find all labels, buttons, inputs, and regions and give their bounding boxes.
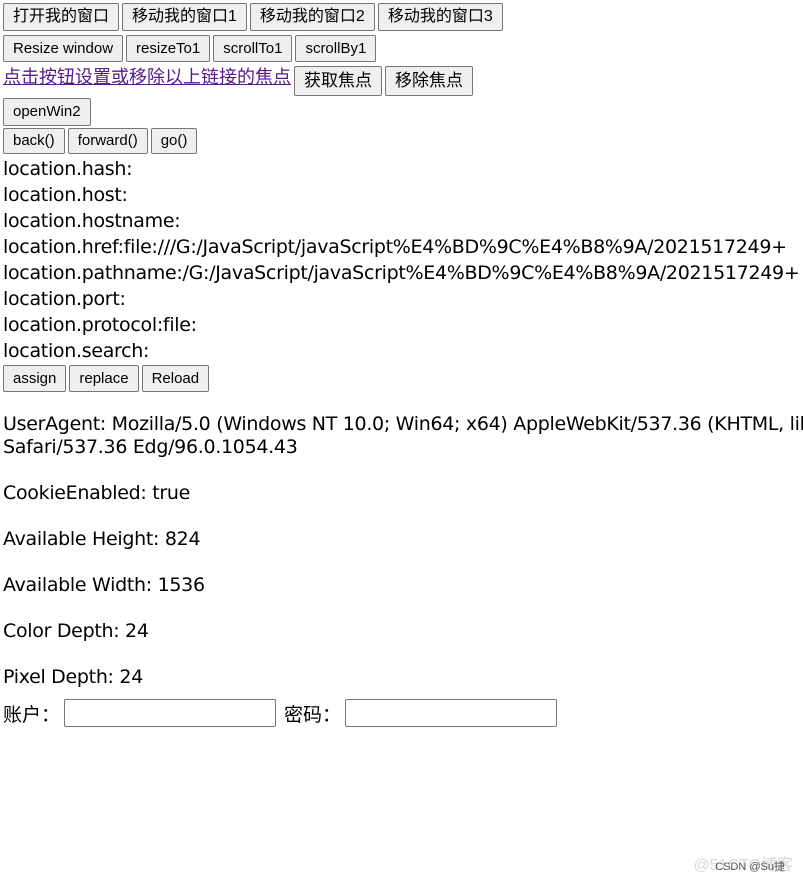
cookie-enabled-text: CookieEnabled: true xyxy=(3,482,190,504)
available-width-text: Available Width: 1536 xyxy=(3,574,205,596)
password-input[interactable] xyxy=(345,699,558,727)
open-win2-row: openWin2 xyxy=(3,98,803,128)
location-buttons-row: assign replace Reload xyxy=(3,365,803,393)
back-button[interactable]: back() xyxy=(3,128,65,154)
browser-info: UserAgent: Mozilla/5.0 (Windows NT 10.0;… xyxy=(3,413,803,689)
location-href: location.href:file:///G:/JavaScript/java… xyxy=(3,236,787,258)
move-window-3-button[interactable]: 移动我的窗口3 xyxy=(377,3,503,31)
login-form: 账户： 密码： xyxy=(3,699,803,727)
move-window-2-button[interactable]: 移动我的窗口2 xyxy=(249,3,375,31)
reload-button[interactable]: Reload xyxy=(141,365,210,392)
scroll-by-1-button[interactable]: scrollBy1 xyxy=(295,35,377,62)
get-focus-button[interactable]: 获取焦点 xyxy=(294,66,382,96)
location-hash: location.hash: xyxy=(3,158,133,180)
location-pathname: location.pathname:/G:/JavaScript/javaScr… xyxy=(3,262,800,284)
open-my-window-button[interactable]: 打开我的窗口 xyxy=(3,3,120,31)
resize-window-button[interactable]: Resize window xyxy=(3,35,124,62)
window-buttons-row: 打开我的窗口 移动我的窗口1 移动我的窗口2 移动我的窗口3 xyxy=(3,3,803,33)
location-protocol: location.protocol:file: xyxy=(3,314,197,336)
password-label: 密码： xyxy=(284,703,342,726)
go-button[interactable]: go() xyxy=(150,128,198,154)
user-agent-text: UserAgent: Mozilla/5.0 (Windows NT 10.0;… xyxy=(3,413,803,458)
move-window-1-button[interactable]: 移动我的窗口1 xyxy=(122,3,247,31)
account-input[interactable] xyxy=(64,699,277,727)
location-host: location.host: xyxy=(3,184,128,206)
watermark: @51CTO博客 CSDN @Su捷 xyxy=(693,851,793,875)
available-height-text: Available Height: 824 xyxy=(3,528,201,550)
resize-to-1-button[interactable]: resizeTo1 xyxy=(126,35,211,62)
color-depth-text: Color Depth: 24 xyxy=(3,620,149,642)
location-search: location.search: xyxy=(3,340,150,362)
location-hostname: location.hostname: xyxy=(3,210,181,232)
location-info: location.hash: location.host: location.h… xyxy=(3,156,803,364)
account-label: 账户： xyxy=(3,703,61,726)
forward-button[interactable]: forward() xyxy=(67,128,148,154)
assign-button[interactable]: assign xyxy=(3,365,67,392)
replace-button[interactable]: replace xyxy=(69,365,139,392)
location-port: location.port: xyxy=(3,288,126,310)
resize-buttons-row: Resize window resizeTo1 scrollTo1 scrollBy1 xyxy=(3,35,803,65)
open-win2-button[interactable]: openWin2 xyxy=(3,98,91,126)
page: 打开我的窗口 移动我的窗口1 移动我的窗口2 移动我的窗口3 Resize windo… xyxy=(0,0,803,727)
scroll-to-1-button[interactable]: scrollTo1 xyxy=(213,35,293,62)
pixel-depth-text: Pixel Depth: 24 xyxy=(3,666,143,688)
focus-row: 点击按钮设置或移除以上链接的焦点 获取焦点 移除焦点 xyxy=(3,65,803,97)
remove-focus-button[interactable]: 移除焦点 xyxy=(385,66,473,96)
history-buttons-row: back() forward() go() xyxy=(3,128,803,156)
watermark-inner-text: CSDN @Su捷 xyxy=(715,861,785,873)
focus-link[interactable]: 点击按钮设置或移除以上链接的焦点 xyxy=(3,67,291,88)
